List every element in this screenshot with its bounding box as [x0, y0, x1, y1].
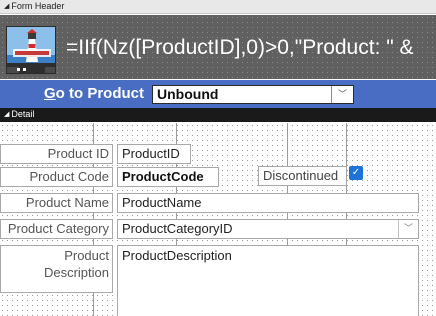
lighthouse-logo-icon[interactable]: [6, 26, 56, 74]
product-category-label[interactable]: Product Category: [0, 219, 113, 239]
product-name-label[interactable]: Product Name: [0, 193, 113, 213]
product-id-label[interactable]: Product ID: [0, 144, 113, 164]
product-code-label[interactable]: Product Code: [0, 167, 113, 187]
discontinued-label[interactable]: Discontinued: [258, 166, 347, 186]
detail-section-bar[interactable]: ◢ Detail: [0, 108, 436, 122]
goto-product-bar: Go to Product Unbound ﹀: [0, 80, 436, 108]
discontinued-checkbox[interactable]: ✓: [349, 166, 363, 180]
checkmark-icon: ✓: [351, 167, 361, 178]
section-collapse-icon: ◢: [4, 111, 10, 118]
product-description-field[interactable]: ProductDescription: [117, 245, 419, 316]
header-title-expression[interactable]: =IIf(Nz([ProductID],0)>0,"Product: " &: [66, 30, 436, 66]
goto-product-combo-value: Unbound: [157, 86, 219, 102]
product-description-label-line1: Product: [64, 248, 109, 263]
chevron-down-icon[interactable]: ﹀: [398, 220, 418, 238]
product-code-field[interactable]: ProductCode: [117, 167, 219, 187]
form-header-label: Form Header: [11, 1, 65, 11]
product-category-combo[interactable]: ProductCategoryID ﹀: [117, 219, 419, 239]
chevron-down-icon[interactable]: ﹀: [331, 86, 353, 103]
product-description-label[interactable]: Product Description: [0, 245, 113, 293]
goto-product-label-hotkey: G: [44, 85, 56, 102]
form-header-section-bar[interactable]: ◢ Form Header: [0, 0, 436, 14]
product-name-field[interactable]: ProductName: [117, 193, 419, 213]
product-category-value: ProductCategoryID: [122, 221, 233, 236]
detail-label: Detail: [11, 109, 35, 119]
lighthouse-image: [7, 27, 55, 73]
goto-product-label: Go to Product: [44, 86, 144, 102]
section-collapse-icon: ◢: [4, 3, 10, 10]
product-id-field[interactable]: ProductID: [117, 144, 191, 164]
goto-product-combo[interactable]: Unbound ﹀: [152, 85, 354, 104]
product-description-label-line2: Description: [43, 265, 109, 280]
goto-product-label-text: o to Product: [55, 85, 144, 102]
